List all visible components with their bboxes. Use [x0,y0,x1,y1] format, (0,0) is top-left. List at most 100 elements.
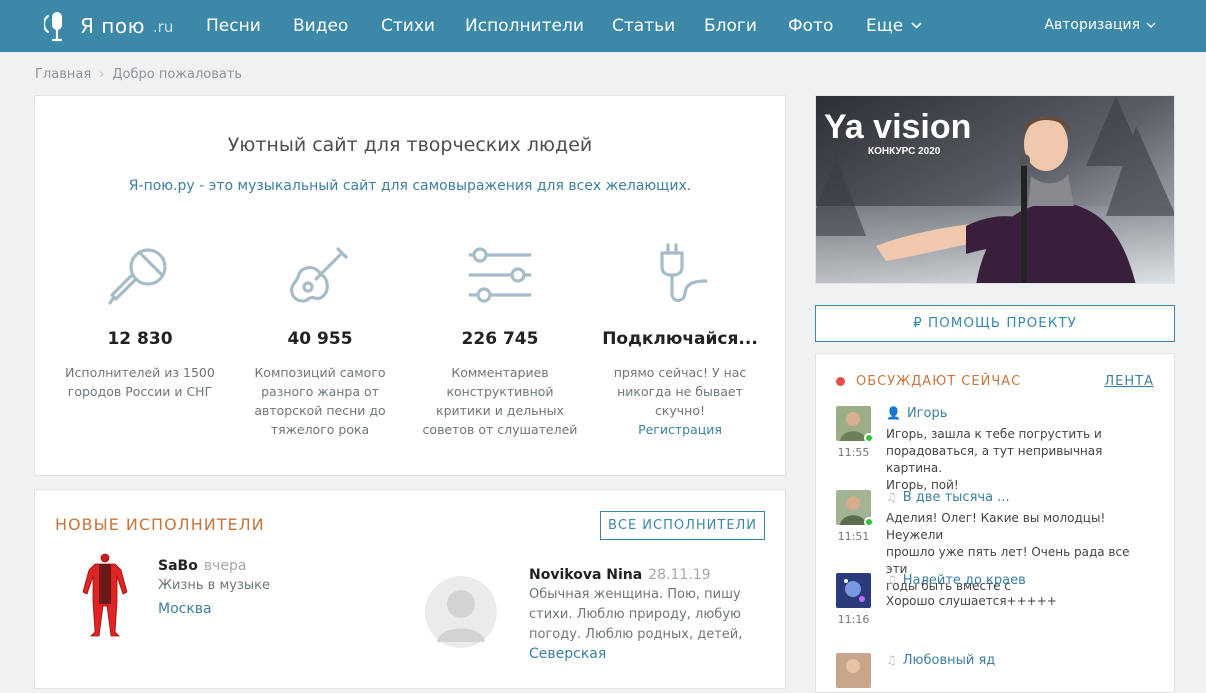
message-line: Аделия! Олег! Какие вы молодцы! Неужели [886,511,1106,542]
live-indicator-icon [836,377,845,386]
breadcrumb: Главная › Добро пожаловать [35,67,242,82]
support-project-button[interactable]: ₽ ПОМОЩЬ ПРОЕКТУ [815,305,1175,342]
message-author[interactable]: 👤 Игорь [886,406,947,421]
online-indicator-icon [864,433,874,443]
feed-link[interactable]: ЛЕНТА [1104,374,1154,389]
nav-articles[interactable]: Статьи [612,16,675,36]
nav-poems[interactable]: Стихи [381,16,435,36]
logo-tld: .ru [152,18,174,36]
microphone-icon [108,248,167,305]
welcome-card: Уютный сайт для творческих людей Я-пою.р… [34,95,786,476]
new-artists-card: НОВЫЕ ИСПОЛНИТЕЛИ ВСЕ ИСПОЛНИТЕЛИ SaBo вч… [34,489,786,689]
message-text: Хорошо слушается+++++ [886,593,1148,610]
feature-description: прямо сейчас! У нас никогда не бывает ск… [600,363,760,439]
message-line: Хорошо слушается+++++ [886,594,1057,608]
welcome-subtitle: Я-пою.ру - это музыкальный сайт для само… [128,178,692,194]
artist-avatar[interactable] [65,552,145,644]
message-topic-name: В две тысяча ... [902,490,1010,505]
feature-description: Комментариев конструктивной критики и де… [420,363,580,439]
auth-label: Авторизация [1044,17,1140,33]
user-icon: 👤 [886,406,901,420]
feature-line: советов от слушателей [422,422,578,437]
discussion-card: ОБСУЖДАЮТ СЕЙЧАС ЛЕНТА 11:55 👤 Игорь Игор… [815,353,1175,693]
message-time: 11:55 [837,446,870,459]
feature-artists: 12 830 Исполнителей из 1500 городов Росс… [60,241,220,401]
feature-value: 12 830 [107,329,173,349]
feature-value: Подключайся... [602,329,758,349]
nav-artists[interactable]: Исполнители [465,16,584,36]
feature-line: разного жанра от [261,384,379,399]
user-avatar[interactable] [836,573,871,608]
message-time: 11:16 [837,613,870,626]
breadcrumb-home[interactable]: Главная [35,67,91,82]
feature-line: тяжелого рока [270,422,370,437]
music-note-icon: ♫ [886,490,897,504]
feature-compositions: 40 955 Композиций самого разного жанра о… [240,241,400,439]
feature-description: Композиций самого разного жанра от автор… [240,363,400,439]
new-artists-title: НОВЫЕ ИСПОЛНИТЕЛИ [55,515,265,534]
artist-bio-line: стихи. Люблю природу, любую [529,607,741,622]
nav-photo[interactable]: Фото [788,16,833,36]
banner-image: Ya vision КОНКУРС 2020 [816,96,1174,283]
feature-join: Подключайся... прямо сейчас! У нас никог… [600,241,760,439]
feature-description: Исполнителей из 1500 городов России и СН… [60,363,220,401]
nav-blogs[interactable]: Блоги [704,16,757,36]
message-topic[interactable]: ♫ Налейте до краев [886,573,1026,588]
feature-line: авторской песни до [254,403,386,418]
nav-video[interactable]: Видео [293,16,348,36]
feature-line: прямо сейчас! У нас [613,365,747,380]
feature-line: Комментариев [451,365,549,380]
message-topic[interactable]: ♫ В две тысяча ... [886,490,1010,505]
sliders-icon [468,247,532,303]
feature-line: Композиций самого [254,365,386,380]
message-line: Игорь, зашла к тебе погрустить и [886,427,1102,441]
music-note-icon: ♫ [886,573,897,587]
feature-line: городов России и СНГ [67,384,213,399]
nav-more-label: Еще [866,16,904,36]
artist-avatar-placeholder[interactable] [425,566,497,658]
logo-name: Я пою [80,14,145,38]
welcome-title: Уютный сайт для творческих людей [227,134,593,156]
artist-city[interactable]: Северская [529,646,606,662]
artist-date: вчера [203,558,247,574]
message-topic[interactable]: ♫ Любовный яд [886,653,995,668]
artist-city[interactable]: Москва [158,601,212,617]
breadcrumb-separator-icon: › [99,67,105,82]
banner-caption: КОНКУРС 2020 [868,146,941,157]
feature-comments: 226 745 Комментариев конструктивной крит… [420,241,580,439]
contest-banner[interactable]: Ya vision КОНКУРС 2020 [815,95,1175,284]
message-author-name: Игорь [906,406,948,421]
feature-line: скучно! [654,403,706,418]
discussion-title: ОБСУЖДАЮТ СЕЙЧАС [856,374,1022,389]
feature-line: никогда не бывает [617,384,743,399]
artist-name[interactable]: Novikova Nina [529,567,642,583]
feature-line: конструктивной [446,384,554,399]
breadcrumb-current: Добро пожаловать [112,67,243,82]
feature-value: 40 955 [287,329,353,349]
artist-bio-line: погоду. Люблю родных, детей, [529,627,743,642]
artist-name[interactable]: SaBo [158,558,198,574]
plug-icon [660,243,708,303]
feature-line: критики и дельных [436,403,564,418]
artist-bio: Жизнь в музыке [158,578,270,593]
auth-dropdown[interactable]: Авторизация [1044,17,1156,33]
discussion-header: ОБСУЖДАЮТ СЕЙЧАС [836,374,1021,389]
nav-songs[interactable]: Песни [206,16,261,36]
chevron-down-icon [911,22,922,29]
register-link[interactable]: Регистрация [600,420,760,439]
artist-bio: Обычная женщина. Пою, пишу стихи. Люблю … [529,585,742,645]
feature-value: 226 745 [461,329,539,349]
site-logo[interactable]: Я пою .ru [44,6,173,46]
message-time: 11:51 [837,530,870,543]
all-artists-button[interactable]: ВСЕ ИСПОЛНИТЕЛИ [600,511,765,540]
message-topic-name: Любовный яд [902,653,996,668]
top-navigation-bar: Я пою .ru Песни Видео Стихи Исполнители … [0,0,1206,52]
artist-bio-line: Обычная женщина. Пою, пишу [529,587,741,602]
music-note-icon: ♫ [886,653,897,667]
user-avatar[interactable] [836,653,871,688]
nav-more-menu[interactable]: Еще [866,16,922,36]
message-topic-name: Налейте до краев [902,573,1026,588]
guitar-icon [290,247,348,303]
chevron-down-icon [1146,22,1156,28]
artist-date: 28.11.19 [648,567,711,583]
